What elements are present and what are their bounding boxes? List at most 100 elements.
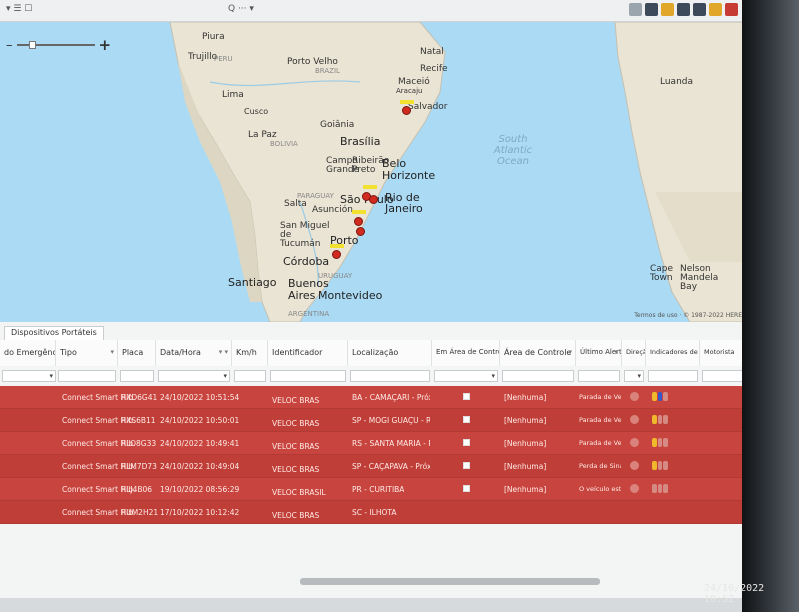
close-icon[interactable] [725, 3, 738, 16]
chevron-down-icon: ▾ [49, 372, 53, 380]
table-row[interactable]: Connect Smart Hib. RXS6B11 24/10/2022 10… [0, 409, 748, 432]
cell-datahora: 24/10/2022 10:49:04 [160, 462, 240, 471]
direction-icon [630, 415, 639, 424]
filter-datahora[interactable]: ▾ [158, 370, 230, 382]
tab-dispositivos[interactable]: Dispositivos Portáteis [4, 326, 104, 340]
col-placa[interactable]: Placa [118, 340, 156, 366]
top-toolbar: ▾ ☰ ☐ Q ··· ▾ [0, 0, 748, 22]
vehicle-marker[interactable] [369, 195, 378, 204]
col-motorista[interactable]: Motorista [700, 340, 748, 366]
checkbox[interactable] [463, 393, 470, 400]
horizontal-scrollbar[interactable] [300, 578, 600, 585]
city-label: Cape Town [650, 264, 674, 283]
zoom-knob[interactable] [28, 41, 36, 49]
city-label: Luanda [660, 77, 694, 87]
cell-identificador: VELOC BRAS [272, 511, 320, 520]
vehicle-marker[interactable] [402, 106, 411, 115]
table-row[interactable]: Connect Smart Hib. RXD6G41 24/10/2022 10… [0, 386, 748, 409]
filter-emergencia[interactable]: ▾ [2, 370, 56, 382]
menu-icon[interactable]: ▾ ☰ ☐ [6, 4, 32, 18]
cell-alerta: Parada de Veículo [579, 416, 621, 424]
checkbox[interactable] [463, 416, 470, 423]
hand-icon[interactable] [629, 3, 642, 16]
city-label: San Miguel de Tucumán [280, 221, 330, 249]
col-kmh[interactable]: Km/h [232, 340, 268, 366]
direction-icon [630, 484, 639, 493]
col-identificador[interactable]: Identificador [268, 340, 348, 366]
vehicle-icon[interactable] [677, 3, 690, 16]
filter-motorista[interactable] [702, 370, 746, 382]
alert-icon[interactable] [709, 3, 722, 16]
city-label: Belo Horizonte [382, 157, 436, 182]
cell-alerta: O veículo está liga [579, 485, 621, 493]
filter-icon[interactable]: ▾ [614, 348, 618, 356]
filter-indicadores[interactable] [648, 370, 698, 382]
cell-datahora: 17/10/2022 10:12:42 [160, 508, 240, 517]
direction-icon [630, 438, 639, 447]
checkbox[interactable] [463, 439, 470, 446]
col-datahora[interactable]: Data/Hora ▾ ▾ [156, 340, 232, 366]
vehicle-marker[interactable] [354, 217, 363, 226]
cell-identificador: VELOC BRASIL [272, 488, 326, 497]
filter-area[interactable] [502, 370, 574, 382]
city-label: Cusco [244, 107, 269, 116]
cell-identificador: VELOC BRAS [272, 419, 320, 428]
search-dropdown[interactable]: Q ··· ▾ [228, 4, 254, 18]
filter-icon[interactable]: ▾ [568, 348, 572, 356]
cell-localizacao: RS - SANTA MARIA - Próx. Rua C [352, 439, 430, 448]
cell-alerta: Parada de Veículo [579, 393, 621, 401]
cell-area: [Nenhuma] [504, 485, 547, 494]
country-label: BOLIVIA [270, 140, 298, 148]
filter-icon[interactable] [645, 3, 658, 16]
checkbox[interactable] [463, 485, 470, 492]
col-emergencia[interactable]: do Emergência [0, 340, 56, 366]
filter-identificador[interactable] [270, 370, 346, 382]
trip-indicators-icon [652, 461, 669, 470]
col-direcao[interactable]: Direção [622, 340, 646, 366]
sort-desc-icon[interactable]: ▾ ▾ [219, 348, 228, 356]
col-area[interactable]: Área de Controle ▾ [500, 340, 576, 366]
filter-localizacao[interactable] [350, 370, 430, 382]
col-em-area[interactable]: Em Área de Controle? [432, 340, 500, 366]
cell-datahora: 24/10/2022 10:51:54 [160, 393, 240, 402]
cell-placa: RLJ4B06 [121, 485, 153, 494]
layer-icon[interactable] [661, 3, 674, 16]
cell-alerta: Perda de Sinal [579, 462, 621, 470]
filter-tipo[interactable] [58, 370, 116, 382]
zoom-out-button[interactable]: – [6, 38, 13, 53]
vehicle-marker[interactable] [332, 250, 341, 259]
table-row[interactable]: Connect Smart Hib. RUM2H21 17/10/2022 10… [0, 501, 748, 524]
col-indicadores[interactable]: Indicadores de Viagem [646, 340, 700, 366]
cell-datahora: 24/10/2022 10:50:01 [160, 416, 240, 425]
zoom-control: – + [6, 36, 111, 54]
table-row[interactable]: Connect Smart Hib. RLM7D73 24/10/2022 10… [0, 455, 748, 478]
cell-localizacao: SP - MOGI GUAÇU - Rua Antônio [352, 416, 430, 425]
filter-ultimo-alerta[interactable] [578, 370, 620, 382]
map-attribution[interactable]: Termos de uso · © 1987-2022 HERE [634, 312, 742, 319]
map-view[interactable]: – + Piura Trujillo PERU Porto Velho BRAZ… [0, 22, 748, 322]
zoom-slider[interactable] [16, 41, 95, 49]
direction-icon [630, 461, 639, 470]
zoom-in-button[interactable]: + [99, 36, 112, 54]
city-label: Porto Velho [287, 57, 338, 67]
trip-indicators-icon [652, 392, 669, 401]
col-localizacao[interactable]: Localização [348, 340, 432, 366]
vehicle-marker[interactable] [356, 227, 365, 236]
filter-icon[interactable]: ▾ [110, 348, 114, 356]
filter-kmh[interactable] [234, 370, 266, 382]
checkbox[interactable] [463, 462, 470, 469]
filter-placa[interactable] [120, 370, 154, 382]
cell-localizacao: BA - CAMAÇARI - Próx. Via de Li [352, 393, 430, 402]
screen: ▾ ☰ ☐ Q ··· ▾ – + Piura Trujillo PERU Po… [0, 0, 748, 612]
toolbar-icons [629, 3, 738, 16]
cell-area: [Nenhuma] [504, 462, 547, 471]
cell-localizacao: SP - CAÇAPAVA - Próx. Avenida [352, 462, 430, 471]
filter-em-area[interactable]: ▾ [434, 370, 498, 382]
col-ultimo-alerta[interactable]: Último Alerta ▾ [576, 340, 622, 366]
table-row[interactable]: Connect Smart Hib. RLO8G33 24/10/2022 10… [0, 432, 748, 455]
cell-alerta: Parada de Veículo [579, 439, 621, 447]
col-tipo[interactable]: Tipo ▾ [56, 340, 118, 366]
filter-direcao[interactable]: ▾ [624, 370, 644, 382]
grid-icon[interactable] [693, 3, 706, 16]
table-row[interactable]: Connect Smart Hib. RLJ4B06 19/10/2022 08… [0, 478, 748, 501]
